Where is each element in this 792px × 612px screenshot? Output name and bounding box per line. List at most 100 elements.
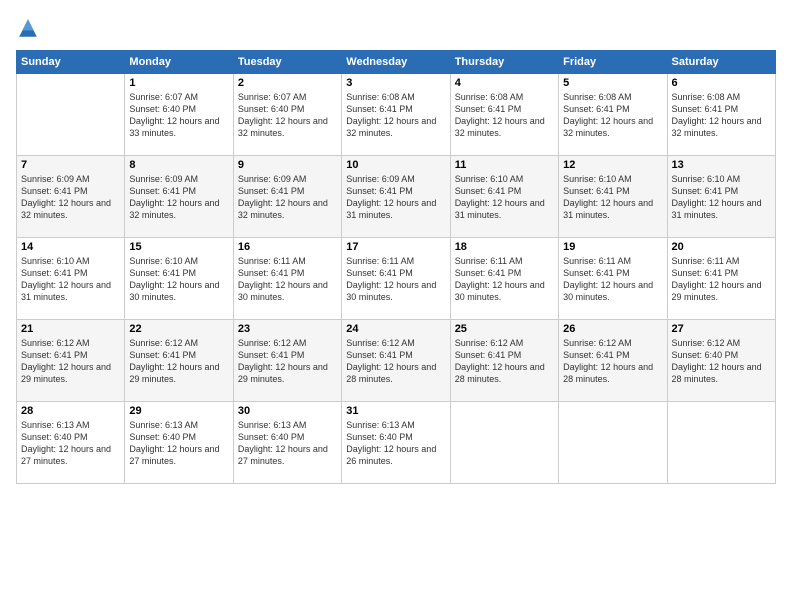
day-number: 8 [129, 159, 228, 171]
day-number: 1 [129, 77, 228, 89]
calendar-cell: 5 Sunrise: 6:08 AMSunset: 6:41 PMDaylight… [559, 74, 667, 156]
cell-info: Sunrise: 6:12 AMSunset: 6:41 PMDaylight:… [238, 337, 337, 386]
calendar-cell [667, 402, 775, 484]
calendar-cell: 18 Sunrise: 6:11 AMSunset: 6:41 PMDayligh… [450, 238, 558, 320]
cell-info: Sunrise: 6:12 AMSunset: 6:41 PMDaylight:… [129, 337, 228, 386]
cell-info: Sunrise: 6:09 AMSunset: 6:41 PMDaylight:… [238, 173, 337, 222]
day-number: 3 [346, 77, 445, 89]
day-header-friday: Friday [559, 51, 667, 74]
calendar-cell: 28 Sunrise: 6:13 AMSunset: 6:40 PMDayligh… [17, 402, 125, 484]
calendar-cell: 15 Sunrise: 6:10 AMSunset: 6:41 PMDayligh… [125, 238, 233, 320]
day-header-saturday: Saturday [667, 51, 775, 74]
calendar-cell: 2 Sunrise: 6:07 AMSunset: 6:40 PMDaylight… [233, 74, 341, 156]
cell-info: Sunrise: 6:10 AMSunset: 6:41 PMDaylight:… [129, 255, 228, 304]
calendar-cell: 29 Sunrise: 6:13 AMSunset: 6:40 PMDayligh… [125, 402, 233, 484]
calendar-cell: 14 Sunrise: 6:10 AMSunset: 6:41 PMDayligh… [17, 238, 125, 320]
day-number: 18 [455, 241, 554, 253]
day-number: 24 [346, 323, 445, 335]
day-number: 25 [455, 323, 554, 335]
cell-info: Sunrise: 6:08 AMSunset: 6:41 PMDaylight:… [346, 91, 445, 140]
calendar-cell: 19 Sunrise: 6:11 AMSunset: 6:41 PMDayligh… [559, 238, 667, 320]
day-number: 5 [563, 77, 662, 89]
day-number: 9 [238, 159, 337, 171]
calendar-cell [17, 74, 125, 156]
day-number: 30 [238, 405, 337, 417]
day-number: 14 [21, 241, 120, 253]
calendar-cell: 20 Sunrise: 6:11 AMSunset: 6:41 PMDayligh… [667, 238, 775, 320]
week-row-3: 21 Sunrise: 6:12 AMSunset: 6:41 PMDayligh… [17, 320, 776, 402]
day-number: 31 [346, 405, 445, 417]
day-number: 20 [672, 241, 771, 253]
week-row-0: 1 Sunrise: 6:07 AMSunset: 6:40 PMDaylight… [17, 74, 776, 156]
cell-info: Sunrise: 6:13 AMSunset: 6:40 PMDaylight:… [129, 419, 228, 468]
calendar-cell: 30 Sunrise: 6:13 AMSunset: 6:40 PMDayligh… [233, 402, 341, 484]
header-row: SundayMondayTuesdayWednesdayThursdayFrid… [17, 51, 776, 74]
cell-info: Sunrise: 6:11 AMSunset: 6:41 PMDaylight:… [563, 255, 662, 304]
calendar-cell: 9 Sunrise: 6:09 AMSunset: 6:41 PMDaylight… [233, 156, 341, 238]
day-header-monday: Monday [125, 51, 233, 74]
calendar-cell: 21Sunrise: 6:12 AMSunset: 6:41 PMDayligh… [17, 320, 125, 402]
day-header-thursday: Thursday [450, 51, 558, 74]
calendar-cell: 31 Sunrise: 6:13 AMSunset: 6:40 PMDayligh… [342, 402, 450, 484]
cell-info: Sunrise: 6:12 AMSunset: 6:41 PMDaylight:… [563, 337, 662, 386]
cell-info: Sunrise: 6:10 AMSunset: 6:41 PMDaylight:… [21, 255, 120, 304]
day-number: 10 [346, 159, 445, 171]
day-number: 27 [672, 323, 771, 335]
day-header-sunday: Sunday [17, 51, 125, 74]
calendar-cell: 7 Sunrise: 6:09 AMSunset: 6:41 PMDaylight… [17, 156, 125, 238]
cell-info: Sunrise: 6:11 AMSunset: 6:41 PMDaylight:… [346, 255, 445, 304]
calendar-cell: 24 Sunrise: 6:12 AMSunset: 6:41 PMDayligh… [342, 320, 450, 402]
cell-info: Sunrise: 6:12 AMSunset: 6:41 PMDaylight:… [346, 337, 445, 386]
calendar-cell: 8 Sunrise: 6:09 AMSunset: 6:41 PMDaylight… [125, 156, 233, 238]
cell-info: Sunrise: 6:11 AMSunset: 6:41 PMDaylight:… [455, 255, 554, 304]
day-number: 11 [455, 159, 554, 171]
calendar-page: SundayMondayTuesdayWednesdayThursdayFrid… [0, 0, 792, 612]
day-header-wednesday: Wednesday [342, 51, 450, 74]
cell-info: Sunrise: 6:09 AMSunset: 6:41 PMDaylight:… [129, 173, 228, 222]
cell-info: Sunrise: 6:12 AMSunset: 6:41 PMDaylight:… [455, 337, 554, 386]
day-number: 17 [346, 241, 445, 253]
calendar-cell: 4Sunrise: 6:08 AMSunset: 6:41 PMDaylight… [450, 74, 558, 156]
week-row-4: 28 Sunrise: 6:13 AMSunset: 6:40 PMDayligh… [17, 402, 776, 484]
day-number: 6 [672, 77, 771, 89]
day-number: 13 [672, 159, 771, 171]
calendar-cell: 3 Sunrise: 6:08 AMSunset: 6:41 PMDaylight… [342, 74, 450, 156]
day-number: 29 [129, 405, 228, 417]
day-header-tuesday: Tuesday [233, 51, 341, 74]
cell-info: Sunrise: 6:10 AMSunset: 6:41 PMDaylight:… [672, 173, 771, 222]
cell-info: Sunrise: 6:07 AMSunset: 6:40 PMDaylight:… [129, 91, 228, 140]
calendar-cell: 13 Sunrise: 6:10 AMSunset: 6:41 PMDayligh… [667, 156, 775, 238]
calendar-cell: 1 Sunrise: 6:07 AMSunset: 6:40 PMDaylight… [125, 74, 233, 156]
day-number: 15 [129, 241, 228, 253]
cell-info: Sunrise: 6:09 AMSunset: 6:41 PMDaylight:… [346, 173, 445, 222]
calendar-cell: 25 Sunrise: 6:12 AMSunset: 6:41 PMDayligh… [450, 320, 558, 402]
cell-info: Sunrise: 6:13 AMSunset: 6:40 PMDaylight:… [21, 419, 120, 468]
calendar-cell: 27Sunrise: 6:12 AMSunset: 6:40 PMDayligh… [667, 320, 775, 402]
cell-info: Sunrise: 6:10 AMSunset: 6:41 PMDaylight:… [455, 173, 554, 222]
cell-info: Sunrise: 6:13 AMSunset: 6:40 PMDaylight:… [346, 419, 445, 468]
day-number: 22 [129, 323, 228, 335]
cell-info: Sunrise: 6:09 AMSunset: 6:41 PMDaylight:… [21, 173, 120, 222]
calendar-cell: 10 Sunrise: 6:09 AMSunset: 6:41 PMDayligh… [342, 156, 450, 238]
week-row-1: 7 Sunrise: 6:09 AMSunset: 6:41 PMDaylight… [17, 156, 776, 238]
logo [16, 16, 44, 40]
cell-info: Sunrise: 6:08 AMSunset: 6:41 PMDaylight:… [563, 91, 662, 140]
cell-info: Sunrise: 6:11 AMSunset: 6:41 PMDaylight:… [238, 255, 337, 304]
header [16, 16, 776, 40]
day-number: 7 [21, 159, 120, 171]
calendar-cell: 12Sunrise: 6:10 AMSunset: 6:41 PMDayligh… [559, 156, 667, 238]
cell-info: Sunrise: 6:11 AMSunset: 6:41 PMDaylight:… [672, 255, 771, 304]
calendar-cell [559, 402, 667, 484]
calendar-cell: 6Sunrise: 6:08 AMSunset: 6:41 PMDaylight… [667, 74, 775, 156]
day-number: 28 [21, 405, 120, 417]
cell-info: Sunrise: 6:13 AMSunset: 6:40 PMDaylight:… [238, 419, 337, 468]
day-number: 21 [21, 323, 120, 335]
calendar-cell: 22 Sunrise: 6:12 AMSunset: 6:41 PMDayligh… [125, 320, 233, 402]
day-number: 2 [238, 77, 337, 89]
calendar-cell: 16Sunrise: 6:11 AMSunset: 6:41 PMDayligh… [233, 238, 341, 320]
logo-icon [16, 16, 40, 40]
cell-info: Sunrise: 6:07 AMSunset: 6:40 PMDaylight:… [238, 91, 337, 140]
day-number: 19 [563, 241, 662, 253]
day-number: 23 [238, 323, 337, 335]
cell-info: Sunrise: 6:10 AMSunset: 6:41 PMDaylight:… [563, 173, 662, 222]
